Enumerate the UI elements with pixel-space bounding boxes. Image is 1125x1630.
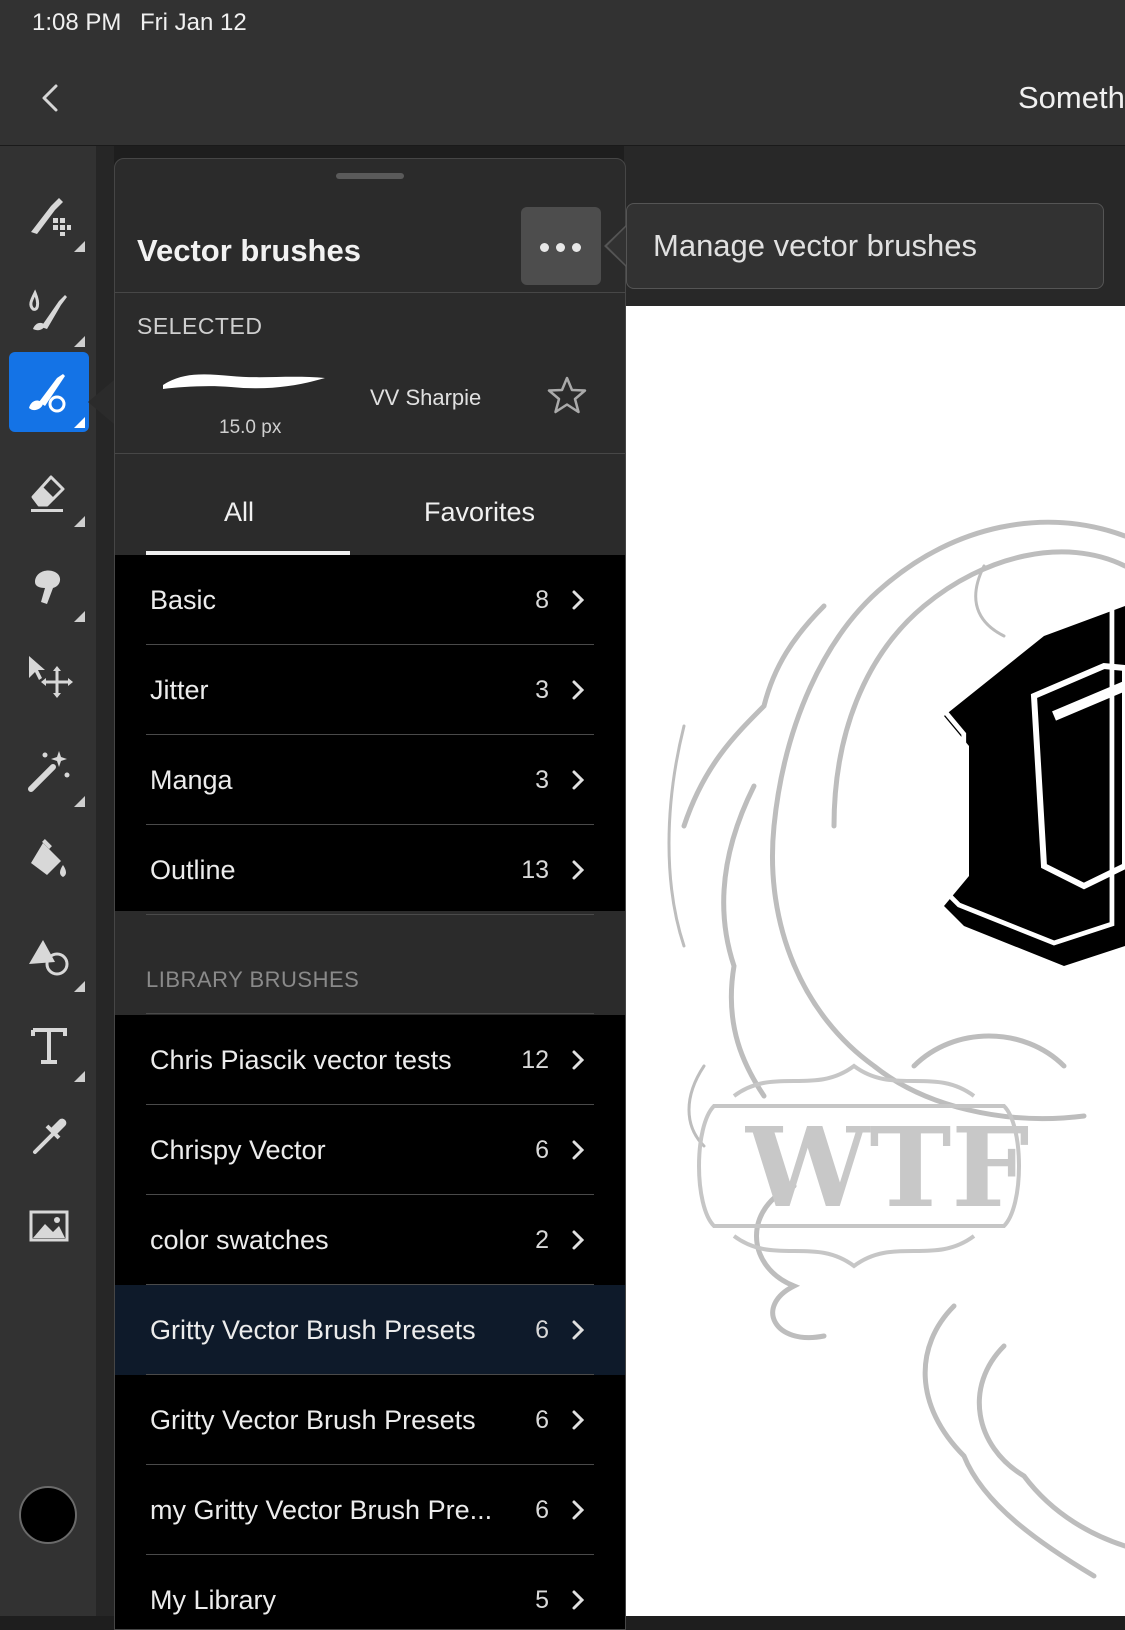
status-time: 1:08 PM	[32, 9, 122, 36]
tab-favorites[interactable]: Favorites	[424, 497, 535, 528]
pixel-brush-icon	[31, 198, 71, 236]
magic-wand-tool[interactable]	[9, 731, 89, 811]
image-tool[interactable]	[9, 1186, 89, 1266]
shape-icon	[29, 940, 69, 976]
tool-bar	[0, 146, 96, 1616]
more-dots-icon	[540, 243, 549, 252]
document-title[interactable]: Someth	[1018, 80, 1125, 116]
eraser-icon	[31, 475, 65, 512]
fill-tool[interactable]	[9, 821, 89, 901]
pixel-brush-tool[interactable]	[9, 176, 89, 256]
fill-icon	[31, 839, 66, 877]
chevron-right-icon	[572, 1320, 585, 1340]
list-item[interactable]: color swatches 2	[115, 1195, 625, 1285]
smudge-icon	[35, 570, 61, 604]
star-icon	[547, 376, 587, 414]
selected-brush-size: 15.0 px	[219, 417, 282, 438]
chevron-right-icon	[572, 1140, 585, 1160]
tab-all[interactable]: All	[224, 497, 254, 528]
chevron-right-icon	[572, 770, 585, 790]
list-item[interactable]: Outline 13	[115, 825, 625, 915]
shape-tool[interactable]	[9, 916, 89, 996]
paint-brush-tool[interactable]	[9, 271, 89, 351]
smudge-tool[interactable]	[9, 546, 89, 626]
transform-icon	[29, 656, 73, 698]
chevron-right-icon	[572, 1500, 585, 1520]
brush-tabs: All Favorites	[115, 467, 625, 555]
favorite-star-button[interactable]	[547, 375, 587, 420]
text-icon	[31, 1028, 67, 1064]
back-button[interactable]	[36, 80, 66, 116]
chevron-right-icon	[572, 860, 585, 880]
status-bar: 1:08 PM Fri Jan 12	[0, 0, 1125, 50]
chevron-right-icon	[572, 1410, 585, 1430]
top-bar: Someth	[0, 50, 1125, 146]
list-item[interactable]: Chris Piascik vector tests 12	[115, 1015, 625, 1105]
status-date: Fri Jan 12	[140, 9, 247, 36]
eyedropper-tool[interactable]	[9, 1096, 89, 1176]
list-item[interactable]: my Gritty Vector Brush Pre... 6	[115, 1465, 625, 1555]
vector-brush-icon	[29, 374, 66, 413]
list-item[interactable]: Manga 3	[115, 735, 625, 825]
drawing-canvas[interactable]: WTF	[624, 306, 1125, 1616]
category-list: Basic 8 Jitter 3 Manga 3 Outline 13	[115, 555, 625, 915]
library-section-label: LIBRARY BRUSHES	[146, 967, 360, 992]
panel-drag-handle[interactable]	[336, 173, 404, 179]
magic-wand-icon	[28, 751, 70, 792]
list-item[interactable]: Gritty Vector Brush Presets 6	[115, 1285, 625, 1375]
chevron-right-icon	[572, 1590, 585, 1610]
selected-brush-name: VV Sharpie	[370, 385, 482, 410]
tool-popover-pointer	[88, 380, 114, 424]
vector-brushes-panel: Vector brushes SELECTED 15.0 px VV Sharp…	[114, 158, 626, 1630]
panel-title: Vector brushes	[137, 233, 361, 268]
tooltip-text: Manage vector brushes	[653, 228, 977, 263]
eyedropper-icon	[33, 1118, 67, 1154]
library-list: Chris Piascik vector tests 12 Chrispy Ve…	[115, 1015, 625, 1629]
image-icon	[29, 1210, 69, 1242]
manage-brushes-tooltip: Manage vector brushes	[626, 203, 1104, 289]
chevron-left-icon	[42, 84, 58, 112]
list-item[interactable]: Basic 8	[115, 555, 625, 645]
chevron-right-icon	[572, 1230, 585, 1250]
transform-tool[interactable]	[9, 636, 89, 716]
list-item[interactable]: Chrispy Vector 6	[115, 1105, 625, 1195]
artwork-illustration: WTF	[667, 519, 1125, 1579]
selected-section-label: SELECTED	[137, 313, 263, 339]
brush-stroke-icon	[163, 374, 325, 389]
text-tool[interactable]	[9, 1006, 89, 1086]
vector-brush-tool[interactable]	[9, 352, 89, 432]
chevron-right-icon	[572, 590, 585, 610]
list-item[interactable]: My Library 5	[115, 1555, 625, 1629]
paint-brush-icon	[29, 289, 67, 331]
selected-brush-preview[interactable]	[161, 367, 327, 408]
eraser-tool[interactable]	[9, 451, 89, 531]
chevron-right-icon	[572, 1050, 585, 1070]
svg-text:WTF: WTF	[745, 1103, 1030, 1232]
list-item[interactable]: Gritty Vector Brush Presets 6	[115, 1375, 625, 1465]
list-item[interactable]: Jitter 3	[115, 645, 625, 735]
color-swatch-button[interactable]	[19, 1486, 77, 1544]
panel-gutter	[96, 146, 114, 1616]
more-options-button[interactable]	[521, 207, 601, 285]
chevron-right-icon	[572, 680, 585, 700]
